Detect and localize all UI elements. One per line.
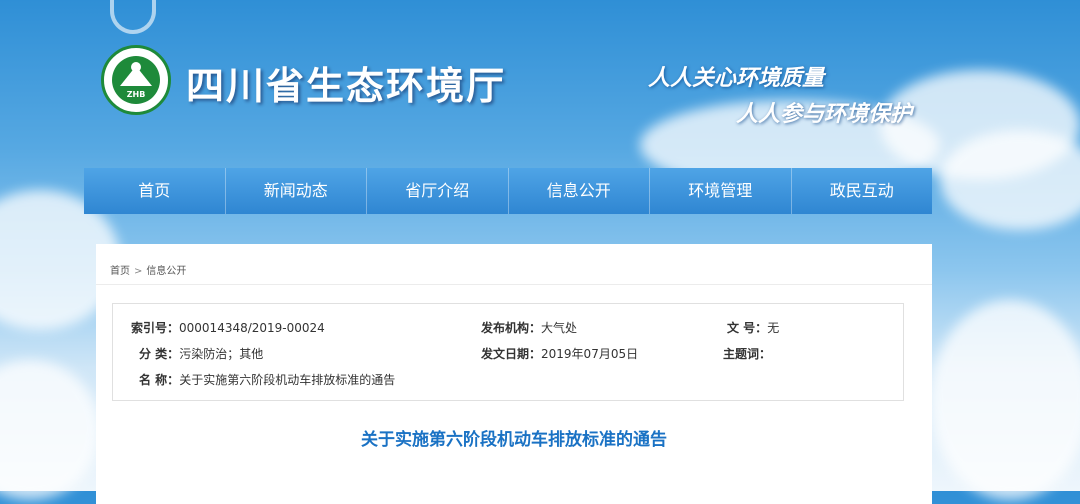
meta-org-value: 大气处 — [541, 321, 578, 335]
logo-text: ZHB — [126, 90, 146, 99]
meta-category-value: 污染防治；其他 — [179, 347, 264, 361]
nav-item-info-disclosure[interactable]: 信息公开 — [509, 168, 650, 214]
cloud-decoration — [940, 130, 1080, 230]
logo-mountain-icon — [120, 66, 152, 86]
meta-docno-row: 文 号：无 — [727, 319, 779, 336]
nav-item-interaction[interactable]: 政民互动 — [792, 168, 933, 214]
nav-item-home[interactable]: 首页 — [84, 168, 226, 214]
meta-category-label: 分 类： — [139, 347, 180, 361]
meta-index-row: 索引号：000014348/2019-00024 — [131, 319, 325, 336]
meta-subject-row: 主题词： — [723, 345, 771, 362]
meta-index-value: 000014348/2019-00024 — [179, 321, 325, 335]
meta-org-label: 发布机构： — [481, 321, 542, 335]
meta-subject-label: 主题词： — [723, 347, 772, 361]
breadcrumb-separator: > — [134, 266, 143, 277]
meta-date-value: 2019年07月05日 — [541, 347, 639, 361]
meta-docno-value: 无 — [767, 321, 780, 335]
site-title: 四川省生态环境厅 — [186, 64, 507, 108]
breadcrumb-current[interactable]: 信息公开 — [146, 266, 186, 277]
meta-org-row: 发布机构：大气处 — [481, 319, 577, 336]
site-logo[interactable]: ZHB — [101, 45, 171, 115]
slogan-line-2: 人人参与环境保护 — [736, 102, 913, 127]
nav-item-news[interactable]: 新闻动态 — [226, 168, 367, 214]
document-meta-box: 索引号：000014348/2019-00024 发布机构：大气处 文 号：无 … — [112, 303, 904, 401]
breadcrumb: 首页 > 信息公开 — [110, 262, 186, 277]
meta-docno-label: 文 号： — [727, 321, 768, 335]
meta-category-row: 分 类：污染防治；其他 — [139, 345, 263, 362]
cloud-decoration — [930, 300, 1080, 500]
meta-date-label: 发文日期： — [481, 347, 542, 361]
meta-name-row: 名 称：关于实施第六阶段机动车排放标准的通告 — [139, 371, 395, 388]
main-navigation: 首页 新闻动态 省厅介绍 信息公开 环境管理 政民互动 — [84, 168, 932, 214]
meta-date-row: 发文日期：2019年07月05日 — [481, 345, 638, 362]
meta-index-label: 索引号： — [131, 321, 180, 335]
nav-item-environment-management[interactable]: 环境管理 — [650, 168, 792, 214]
slogan-line-1: 人人关心环境质量 — [648, 66, 825, 91]
cloud-decoration — [0, 360, 100, 500]
document-title: 关于实施第六阶段机动车排放标准的通告 — [361, 430, 667, 450]
meta-name-value: 关于实施第六阶段机动车排放标准的通告 — [179, 373, 396, 387]
content-panel: 首页 > 信息公开 索引号：000014348/2019-00024 发布机构：大气… — [96, 244, 932, 504]
nav-item-about[interactable]: 省厅介绍 — [367, 168, 509, 214]
meta-name-label: 名 称： — [139, 373, 180, 387]
divider — [96, 284, 932, 285]
breadcrumb-home[interactable]: 首页 — [110, 266, 130, 277]
moon-decoration — [110, 0, 156, 34]
